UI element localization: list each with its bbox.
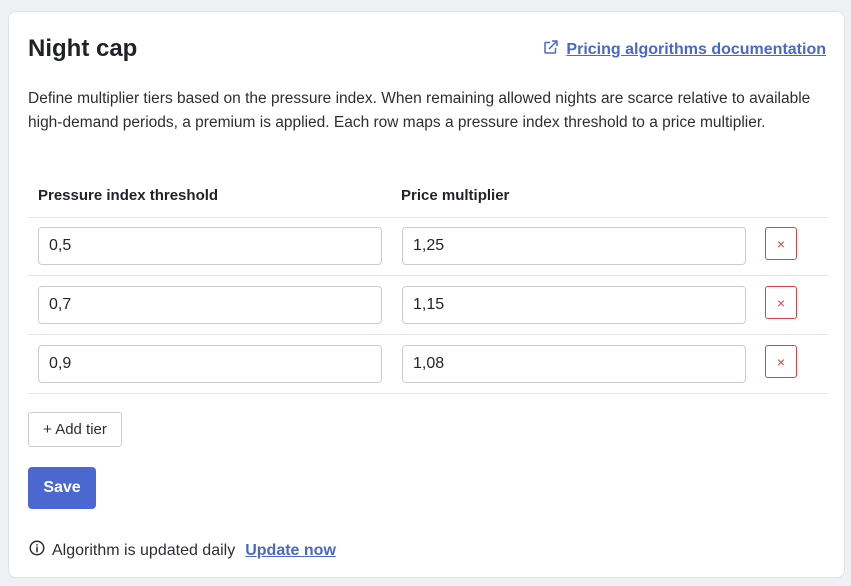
page-title: Night cap [28,35,138,62]
threshold-input[interactable] [38,345,382,383]
close-icon: × [776,235,786,252]
info-icon [28,539,52,562]
threshold-input[interactable] [38,227,382,265]
delete-tier-button[interactable]: × [765,286,797,319]
column-header-threshold: Pressure index threshold [38,187,219,204]
multiplier-input[interactable] [402,345,746,383]
delete-tier-button[interactable]: × [765,227,797,260]
table-row: × [28,335,828,394]
table-row: × [28,217,828,276]
multiplier-input[interactable] [402,286,746,324]
update-now-link[interactable]: Update now [245,542,336,560]
night-cap-card: Night cap Pricing algorithms documentati… [8,11,845,578]
pricing-docs-link[interactable]: Pricing algorithms documentation [542,38,826,61]
close-icon: × [776,294,786,311]
table-header: Pressure index threshold Price multiplie… [28,186,828,218]
threshold-input[interactable] [38,286,382,324]
multiplier-input[interactable] [402,227,746,265]
column-header-multiplier: Price multiplier [401,187,510,204]
add-tier-button[interactable]: + Add tier [28,412,122,447]
update-status: Algorithm is updated daily Update now [28,539,336,562]
description: Define multiplier tiers based on the pre… [28,90,811,131]
update-status-text: Algorithm is updated daily [52,541,236,559]
delete-tier-button[interactable]: × [765,345,797,378]
close-icon: × [776,353,786,370]
table-row: × [28,276,828,335]
save-button[interactable]: Save [28,467,96,509]
pricing-docs-link-label: Pricing algorithms documentation [566,40,826,58]
external-link-icon [542,38,560,61]
